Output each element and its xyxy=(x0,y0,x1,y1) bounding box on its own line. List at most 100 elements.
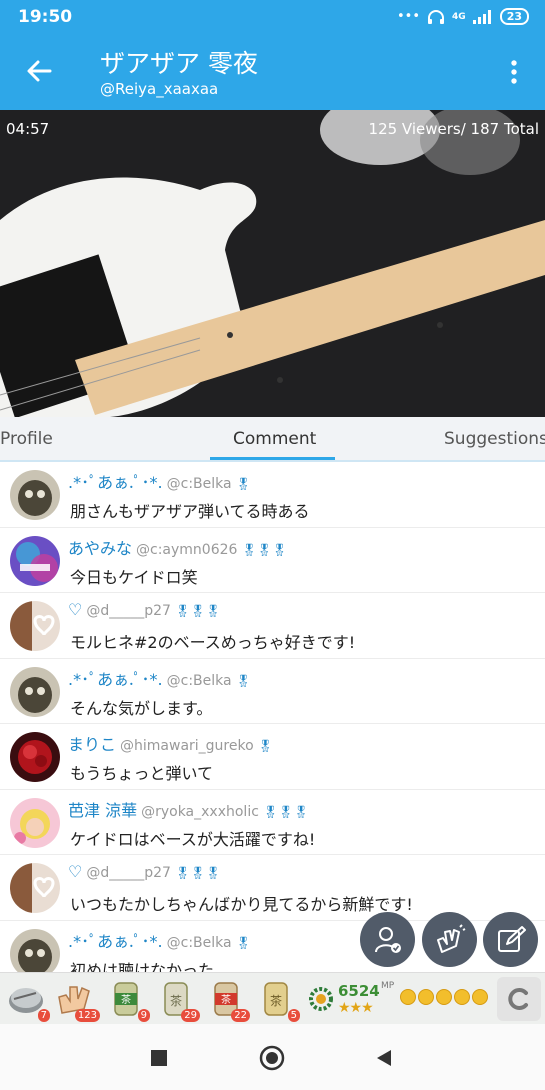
comment-text: そんな気がします。 xyxy=(70,698,213,718)
comment-author[interactable]: ♡ xyxy=(68,862,82,881)
svg-text:茶: 茶 xyxy=(170,993,182,1008)
rank-badge-icon: 🎖🎖🎖 xyxy=(174,866,221,880)
mp-unit: MP xyxy=(381,981,395,991)
gift-count: 22 xyxy=(231,1009,250,1022)
battery-icon: 23 xyxy=(499,8,529,25)
comment-text: モルヒネ#2のベースめっちゃ好きです! xyxy=(70,633,356,652)
comment-author[interactable]: .*･ﾟあぁ.ﾟ･*. xyxy=(68,932,163,951)
network-type: 4G xyxy=(452,11,466,22)
rank-badge-icon: 🎖 xyxy=(235,935,251,950)
comment-handle: @c:Belka xyxy=(166,672,232,689)
rank-badge-icon: 🎖 xyxy=(257,739,273,753)
mp-gear-icon xyxy=(309,987,333,1011)
live-video[interactable]: 04:57 125 Viewers/ 187 Total xyxy=(0,110,545,417)
avatar[interactable] xyxy=(10,732,60,782)
overflow-menu-button[interactable] xyxy=(503,56,525,88)
comment-item: .*･ﾟあぁ.ﾟ･*. @c:Belka 🎖 そんな気がします。 xyxy=(0,659,545,724)
write-comment-button[interactable] xyxy=(483,912,538,967)
recent-apps-button[interactable] xyxy=(146,1045,172,1071)
app-header: ザアザア 零夜 @Reiya_xaaxaa xyxy=(0,34,545,110)
svg-text:茶: 茶 xyxy=(270,993,282,1008)
video-frame-guitar xyxy=(0,110,545,417)
comment-author[interactable]: .*･ﾟあぁ.ﾟ･*. xyxy=(68,473,163,492)
stream-timer: 04:57 xyxy=(6,120,50,138)
mp-value: 6524 xyxy=(338,982,380,1000)
headphones-icon xyxy=(428,9,445,24)
avatar[interactable] xyxy=(10,863,60,913)
tab-profile[interactable]: Profile xyxy=(0,429,53,449)
avatar[interactable] xyxy=(10,535,60,586)
coin-icon xyxy=(418,989,434,1005)
gift-count: 7 xyxy=(37,1009,50,1022)
rank-badge-icon: 🎖🎖🎖 xyxy=(262,804,309,819)
gift-item[interactable]: 茶 5 xyxy=(256,979,300,1022)
tab-comment[interactable]: Comment xyxy=(233,429,316,449)
page-title: ザアザア 零夜 xyxy=(100,49,258,78)
active-tab-indicator xyxy=(210,457,335,460)
currency-button[interactable] xyxy=(497,977,541,1021)
circle-home-icon xyxy=(259,1045,285,1071)
comment-handle: @himawari_gureko xyxy=(120,738,254,754)
home-button[interactable] xyxy=(259,1045,285,1071)
edit-icon xyxy=(497,925,526,952)
rank-stars: ★★★ xyxy=(338,1000,374,1016)
coin-icon xyxy=(400,989,416,1005)
more-dots-icon: ••• xyxy=(397,9,421,24)
signal-icon xyxy=(472,9,491,24)
comment-item: .*･ﾟあぁ.ﾟ･*. @c:Belka 🎖 朋さんもザアザア弾いてる時ある xyxy=(0,462,545,528)
tab-suggestions[interactable]: Suggestions xyxy=(444,429,545,449)
comment-text: 初めは聴けなかった xyxy=(70,960,215,973)
comment-text: 今日もケイドロ笑 xyxy=(70,567,198,587)
comment-handle: @d_____p27 xyxy=(86,603,171,619)
coin-row xyxy=(400,989,488,1005)
svg-text:茶: 茶 xyxy=(221,993,231,1006)
comment-item: 芭津 涼華 @ryoka_xxxholic 🎖🎖🎖 ケイドロはベースが大活躍ですね! xyxy=(0,790,545,855)
gift-count: 9 xyxy=(137,1009,150,1022)
square-icon xyxy=(151,1050,167,1066)
gift-item[interactable]: 7 xyxy=(6,979,50,1022)
comment-author[interactable]: ♡ xyxy=(68,600,82,619)
comment-item: ♡ @d_____p27 🎖🎖🎖 モルヒネ#2のベースめっちゃ好きです! xyxy=(0,593,545,659)
avatar[interactable] xyxy=(10,470,60,520)
comment-text: ケイドロはベースが大活躍ですね! xyxy=(70,829,316,849)
comment-handle: @c:aymn0626 xyxy=(136,541,238,558)
gift-item[interactable]: 茶 29 xyxy=(156,979,200,1022)
clap-hands-icon xyxy=(436,923,465,953)
comment-author[interactable]: まりこ xyxy=(68,735,116,754)
rank-badge-icon: 🎖 xyxy=(235,477,251,491)
gift-item[interactable]: 茶 9 xyxy=(106,979,150,1022)
back-button[interactable] xyxy=(22,54,56,88)
follow-user-button[interactable] xyxy=(360,912,415,967)
svg-text:茶: 茶 xyxy=(121,993,131,1006)
avatar[interactable] xyxy=(10,601,60,651)
status-bar: 19:50 ••• 4G 23 xyxy=(0,0,545,34)
comment-list[interactable]: .*･ﾟあぁ.ﾟ･*. @c:Belka 🎖 朋さんもザアザア弾いてる時ある あやみ… xyxy=(0,462,545,972)
comment-author[interactable]: あやみな xyxy=(68,539,132,558)
gift-bar: 7 123 茶 9 茶 29 茶 22 茶 5 6524 MP ★★★ xyxy=(0,972,545,1024)
system-nav-bar xyxy=(0,1024,545,1090)
gift-item[interactable]: 茶 22 xyxy=(206,979,250,1022)
comment-author[interactable]: 芭津 涼華 xyxy=(68,801,137,820)
comment-text: もうちょっと弾いて xyxy=(70,764,214,783)
avatar[interactable] xyxy=(10,797,60,848)
avatar[interactable] xyxy=(10,928,60,972)
back-nav-button[interactable] xyxy=(371,1045,397,1071)
rank-badge-icon: 🎖🎖🎖 xyxy=(241,542,288,557)
coin-icon xyxy=(472,989,488,1005)
comment-text: いつもたかしちゃんばかり見てるから新鮮です! xyxy=(70,895,413,914)
tab-bar: Profile Comment Suggestions xyxy=(0,417,545,462)
clap-button[interactable] xyxy=(422,912,477,967)
avatar[interactable] xyxy=(10,666,60,717)
status-icons: ••• 4G 23 xyxy=(397,8,529,25)
rank-badge-icon: 🎖 xyxy=(235,673,251,688)
coin-icon xyxy=(454,989,470,1005)
comment-item: まりこ @himawari_gureko 🎖 もうちょっと弾いて xyxy=(0,724,545,790)
comment-handle: @c:Belka xyxy=(166,476,232,492)
gift-count: 29 xyxy=(181,1009,200,1022)
comment-author[interactable]: .*･ﾟあぁ.ﾟ･*. xyxy=(68,670,163,689)
more-vertical-icon xyxy=(511,60,517,84)
status-time: 19:50 xyxy=(18,7,73,27)
gift-item[interactable]: 123 xyxy=(56,979,100,1022)
comment-text: 朋さんもザアザア弾いてる時ある xyxy=(70,502,310,521)
comment-item: ♡ @d_____p27 🎖🎖🎖 いつもたかしちゃんばかり見てるから新鮮です! xyxy=(0,855,545,921)
